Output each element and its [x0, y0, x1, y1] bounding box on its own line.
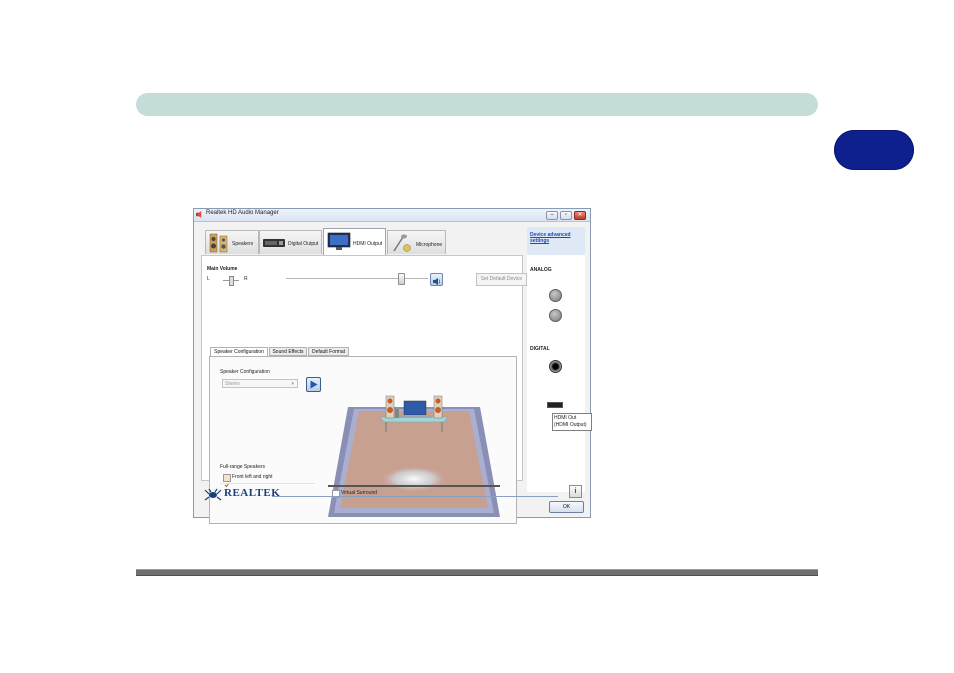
- tab-digital-output[interactable]: Digital Output: [259, 230, 322, 254]
- tab-microphone[interactable]: Microphone: [387, 230, 446, 254]
- hdmi-tooltip: HDMI Out (HDMI Output): [552, 413, 592, 431]
- analog-jack-2[interactable]: [549, 309, 562, 322]
- mute-button[interactable]: [430, 273, 443, 286]
- speakers-icon: [209, 233, 228, 253]
- window-titlebar[interactable]: Realtek HD Audio Manager – ▫ ✕: [194, 209, 590, 222]
- chapter-tab: [834, 130, 914, 170]
- footer-rule: [136, 569, 818, 576]
- tab-microphone-label: Microphone: [416, 242, 443, 248]
- tooltip-line-2: (HDMI Output): [554, 422, 587, 428]
- play-test-button[interactable]: [306, 377, 321, 392]
- tab-default-format[interactable]: Default Format: [308, 347, 349, 356]
- tab-digital-output-label: Digital Output: [288, 241, 319, 247]
- close-button[interactable]: ✕: [574, 211, 586, 220]
- tab-speakers[interactable]: Speakers: [205, 230, 259, 254]
- header-bar: [136, 93, 818, 116]
- window-title: Realtek HD Audio Manager: [206, 210, 279, 216]
- set-default-device-button[interactable]: Set Default Device: [476, 273, 527, 286]
- volume-slider-thumb[interactable]: [398, 273, 406, 285]
- chevron-down-icon: ▾: [291, 381, 294, 387]
- front-left-right-label: Front left and right: [232, 474, 273, 480]
- speaker-room-illustration[interactable]: [328, 387, 500, 522]
- tooltip-line-1: HDMI Out: [554, 415, 577, 421]
- tab-hdmi-output-label: HDMI Output: [353, 241, 383, 247]
- speaker-volume-icon: [433, 278, 441, 285]
- speaker-configuration-select[interactable]: Stereo ▾: [222, 379, 298, 388]
- fullrange-speakers-title: Full-range Speakers: [220, 464, 266, 470]
- realtek-brand-text: REALTEK: [224, 487, 281, 499]
- info-button[interactable]: i: [569, 485, 582, 498]
- front-left-right-checkbox[interactable]: [223, 474, 231, 488]
- speaker-app-icon: [196, 211, 202, 218]
- digital-jack[interactable]: [549, 360, 562, 373]
- hdmi-port-icon[interactable]: [547, 402, 563, 408]
- realtek-crab-logo-icon: [204, 488, 222, 501]
- maximize-button[interactable]: ▫: [560, 211, 572, 220]
- analog-jack-1[interactable]: [549, 289, 562, 302]
- footer-divider: [272, 496, 558, 497]
- speaker-configuration-label: Speaker Configuration: [220, 369, 270, 375]
- ok-button[interactable]: OK: [549, 501, 584, 513]
- digital-output-icon: [263, 239, 285, 247]
- play-icon: [310, 380, 318, 389]
- device-advanced-box: Device advanced settings: [527, 227, 585, 255]
- speaker-configuration-value: Stereo: [225, 381, 240, 387]
- hdmi-monitor-icon: [327, 232, 351, 250]
- balance-left-label: L: [207, 276, 210, 282]
- balance-slider-thumb[interactable]: [229, 276, 234, 286]
- main-volume-title: Main Volume: [207, 266, 238, 272]
- divider: [220, 483, 315, 484]
- tab-sound-effects[interactable]: Sound Effects: [269, 347, 307, 356]
- device-advanced-settings-link[interactable]: Device advanced settings: [530, 232, 580, 244]
- tab-hdmi-output[interactable]: HDMI Output: [323, 228, 386, 255]
- analog-label: ANALOG: [530, 267, 552, 273]
- microphone-icon: [393, 234, 411, 252]
- room-baseline: [328, 485, 500, 487]
- volume-slider-track[interactable]: [286, 278, 428, 279]
- digital-label: DIGITAL: [530, 346, 550, 352]
- tab-speakers-label: Speakers: [232, 241, 254, 247]
- connector-panel: Device advanced settings ANALOG DIGITAL: [527, 227, 585, 492]
- device-settings-panel: Main Volume L R Set Default Device Speak…: [201, 255, 527, 524]
- balance-right-label: R: [244, 276, 248, 282]
- realtek-audio-manager-window: Realtek HD Audio Manager – ▫ ✕ Speakers …: [193, 208, 592, 524]
- minimize-button[interactable]: –: [546, 211, 558, 220]
